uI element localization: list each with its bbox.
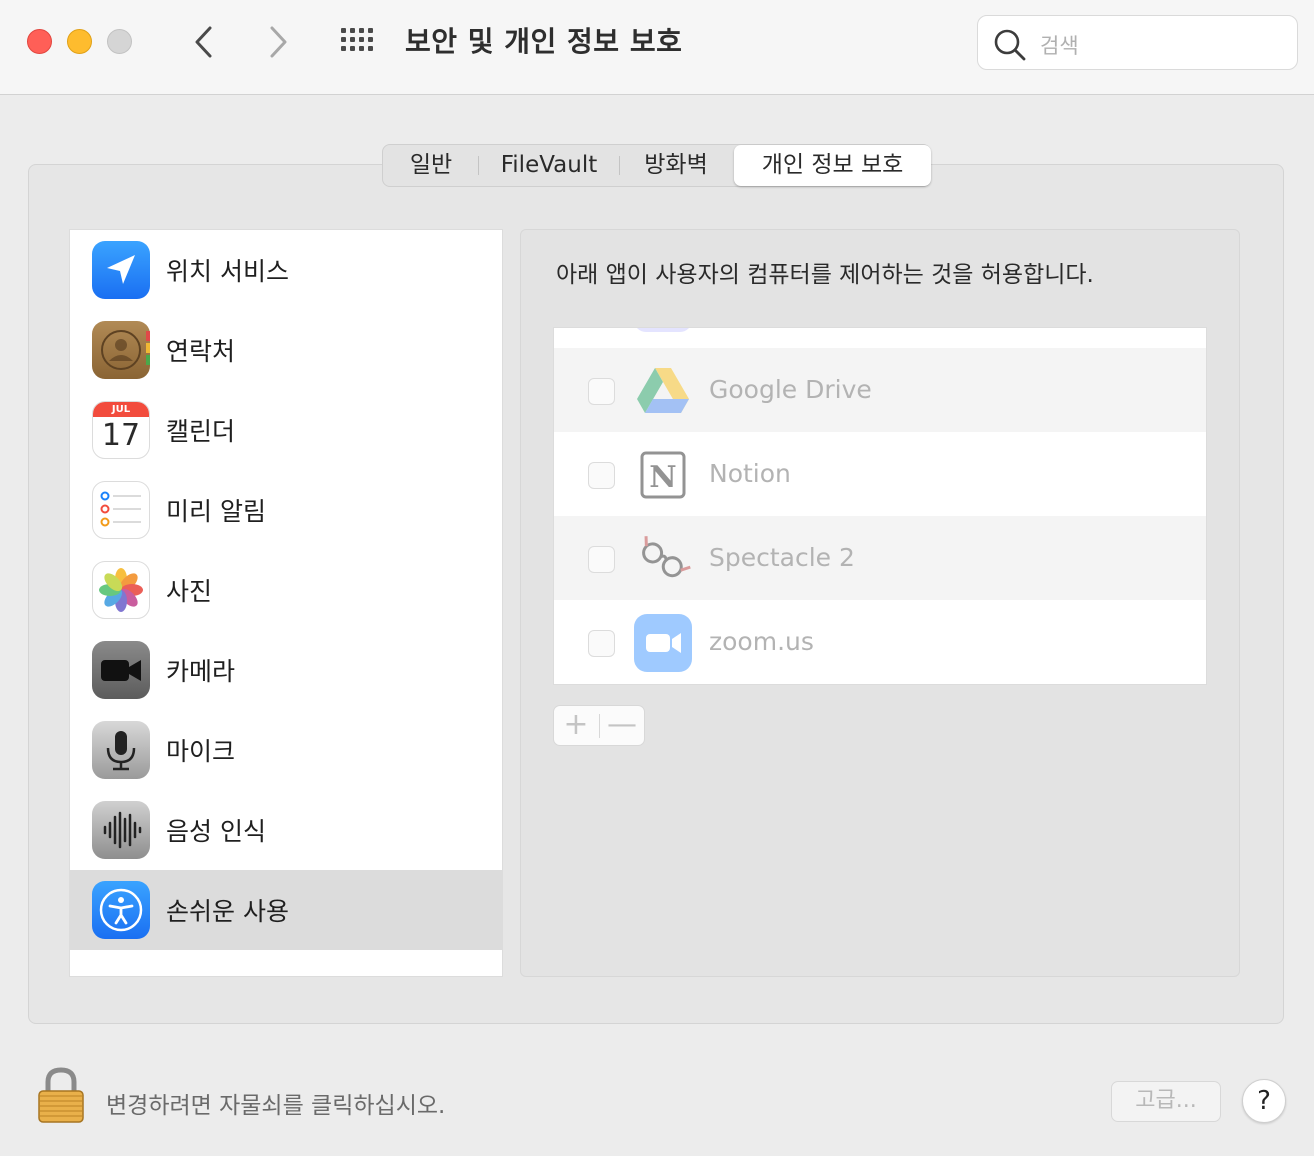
sidebar-item-photos[interactable]: 사진 [70,550,502,630]
add-app-button[interactable]: + [554,708,598,742]
tab-privacy[interactable]: 개인 정보 보호 [734,145,931,186]
sidebar-item-label: 캘린더 [166,417,236,446]
sidebar-item-label: 손쉬운 사용 [166,897,289,926]
app-name: Spectacle 2 [709,543,855,572]
sidebar-item-label: 음성 인식 [166,817,266,846]
minimize-window-button[interactable] [67,29,92,54]
app-checkbox[interactable] [588,630,615,657]
help-button[interactable]: ? [1242,1079,1286,1123]
app-name: Notion [709,459,791,488]
sidebar-item-reminders[interactable]: 미리 알림 [70,470,502,550]
tab-firewall[interactable]: 방화벽 [619,145,733,186]
advanced-button[interactable]: 고급... [1111,1081,1221,1122]
app-checkbox[interactable] [588,546,615,573]
app-checkbox[interactable] [588,462,615,489]
calendar-icon: JUL 17 [92,401,150,459]
camera-icon [92,641,150,699]
privacy-category-list: 위치 서비스 연락처 JUL 17 캘린더 미리 알림 사진 카메라 마이크 음… [69,229,503,977]
lock-button[interactable] [35,1066,87,1124]
sidebar-item-label: 카메라 [166,657,236,686]
chevron-left-icon [195,26,212,58]
zoom-window-button[interactable] [107,29,132,54]
app-row-spectacle[interactable]: Spectacle 2 [554,516,1206,600]
app-row-google-drive[interactable]: Google Drive [554,348,1206,432]
sidebar-item-camera[interactable]: 카메라 [70,630,502,710]
reminders-icon [92,481,150,539]
app-name: Google Drive [709,375,872,404]
window-title: 보안 및 개인 정보 보호 [405,25,683,58]
back-button[interactable] [186,22,222,62]
search-field[interactable]: 검색 [977,15,1298,70]
show-all-preferences-button[interactable] [338,24,378,58]
app-row-notion[interactable]: N Notion [554,432,1206,516]
speech-recognition-icon [92,801,150,859]
sidebar-item-label: 위치 서비스 [166,257,289,286]
contacts-icon [92,321,150,379]
accessibility-icon [92,881,150,939]
svg-text:N: N [649,460,676,495]
sidebar-item-location-services[interactable]: 위치 서비스 [70,230,502,310]
photos-icon [92,561,150,619]
sidebar-item-label: 사진 [166,577,213,606]
sidebar-item-microphone[interactable]: 마이크 [70,710,502,790]
forward-button[interactable] [260,22,296,62]
chevron-right-icon [270,26,287,58]
remove-app-button[interactable]: — [600,708,644,742]
close-window-button[interactable] [27,29,52,54]
permission-description: 아래 앱이 사용자의 컴퓨터를 제어하는 것을 허용합니다. [556,262,1094,288]
tab-general[interactable]: 일반 [383,145,479,186]
calendar-month: JUL [93,402,149,417]
add-remove-control: + — [553,705,645,746]
lock-icon [38,1067,84,1123]
notion-icon: N [640,451,686,499]
window-toolbar: 보안 및 개인 정보 보호 검색 [0,0,1314,95]
sidebar-item-label: 마이크 [166,737,236,766]
sidebar-item-contacts[interactable]: 연락처 [70,310,502,390]
tab-bar: 일반 FileVault 방화벽 개인 정보 보호 [382,144,931,187]
app-row-zoom[interactable]: zoom.us [554,600,1206,684]
spectacle-icon [642,536,691,578]
search-placeholder: 검색 [1040,34,1079,58]
list-item [554,328,1206,348]
search-icon [994,29,1026,61]
sidebar-item-label: 미리 알림 [166,497,266,526]
sidebar-item-label: 연락처 [166,337,236,366]
microphone-icon [92,721,150,779]
allowed-apps-list[interactable]: Google Drive N Notion Spectacle 2 zoom.u… [553,327,1207,685]
sidebar-item-speech-recognition[interactable]: 음성 인식 [70,790,502,870]
tab-filevault[interactable]: FileVault [479,145,619,186]
location-arrow-icon [92,241,150,299]
app-name: zoom.us [709,627,814,656]
google-drive-icon [637,368,689,413]
zoom-icon [634,614,692,672]
calendar-day: 17 [101,418,141,453]
app-checkbox[interactable] [588,378,615,405]
lock-status-text: 변경하려면 자물쇠를 클릭하십시오. [106,1093,446,1119]
sidebar-item-accessibility[interactable]: 손쉬운 사용 [70,870,502,950]
sidebar-item-calendar[interactable]: JUL 17 캘린더 [70,390,502,470]
